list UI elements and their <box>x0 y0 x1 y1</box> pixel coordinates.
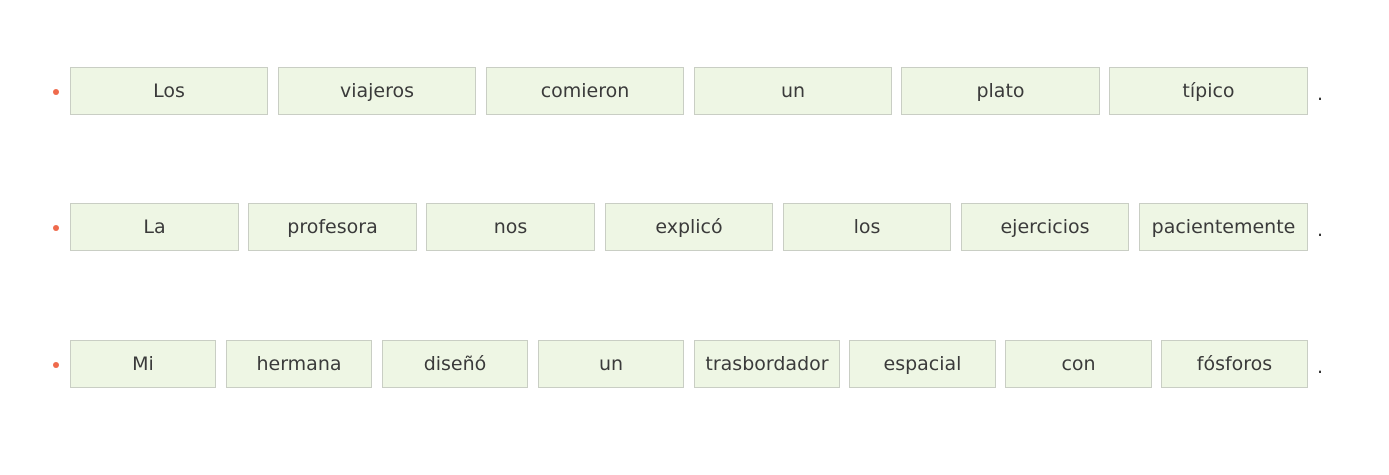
word-box[interactable]: explicó <box>605 203 773 251</box>
sentence-period: . <box>1317 83 1324 105</box>
sentence-period: . <box>1317 219 1324 241</box>
word-box[interactable]: ejercicios <box>961 203 1129 251</box>
sentence-row-1: Los viajeros comieron un plato típico . <box>0 67 1389 117</box>
word-box[interactable]: comieron <box>486 67 684 115</box>
word-box[interactable]: un <box>538 340 684 388</box>
bullet-icon <box>53 225 59 231</box>
sentence-period: . <box>1317 356 1324 378</box>
word-box[interactable]: profesora <box>248 203 417 251</box>
sentence-row-2: La profesora nos explicó los ejercicios … <box>0 203 1389 253</box>
word-box[interactable]: Mi <box>70 340 216 388</box>
word-box[interactable]: viajeros <box>278 67 476 115</box>
word-box[interactable]: pacientemente <box>1139 203 1308 251</box>
word-box[interactable]: nos <box>426 203 595 251</box>
word-box[interactable]: típico <box>1109 67 1308 115</box>
word-box[interactable]: hermana <box>226 340 372 388</box>
word-box[interactable]: con <box>1005 340 1152 388</box>
word-box[interactable]: Los <box>70 67 268 115</box>
bullet-icon <box>53 89 59 95</box>
bullet-icon <box>53 362 59 368</box>
word-box[interactable]: plato <box>901 67 1100 115</box>
word-box[interactable]: un <box>694 67 892 115</box>
word-box[interactable]: espacial <box>849 340 996 388</box>
word-box[interactable]: trasbordador <box>694 340 840 388</box>
word-box[interactable]: diseñó <box>382 340 528 388</box>
word-box[interactable]: los <box>783 203 951 251</box>
sentence-row-3: Mi hermana diseñó un trasbordador espaci… <box>0 340 1389 390</box>
word-box[interactable]: La <box>70 203 239 251</box>
word-box[interactable]: fósforos <box>1161 340 1308 388</box>
